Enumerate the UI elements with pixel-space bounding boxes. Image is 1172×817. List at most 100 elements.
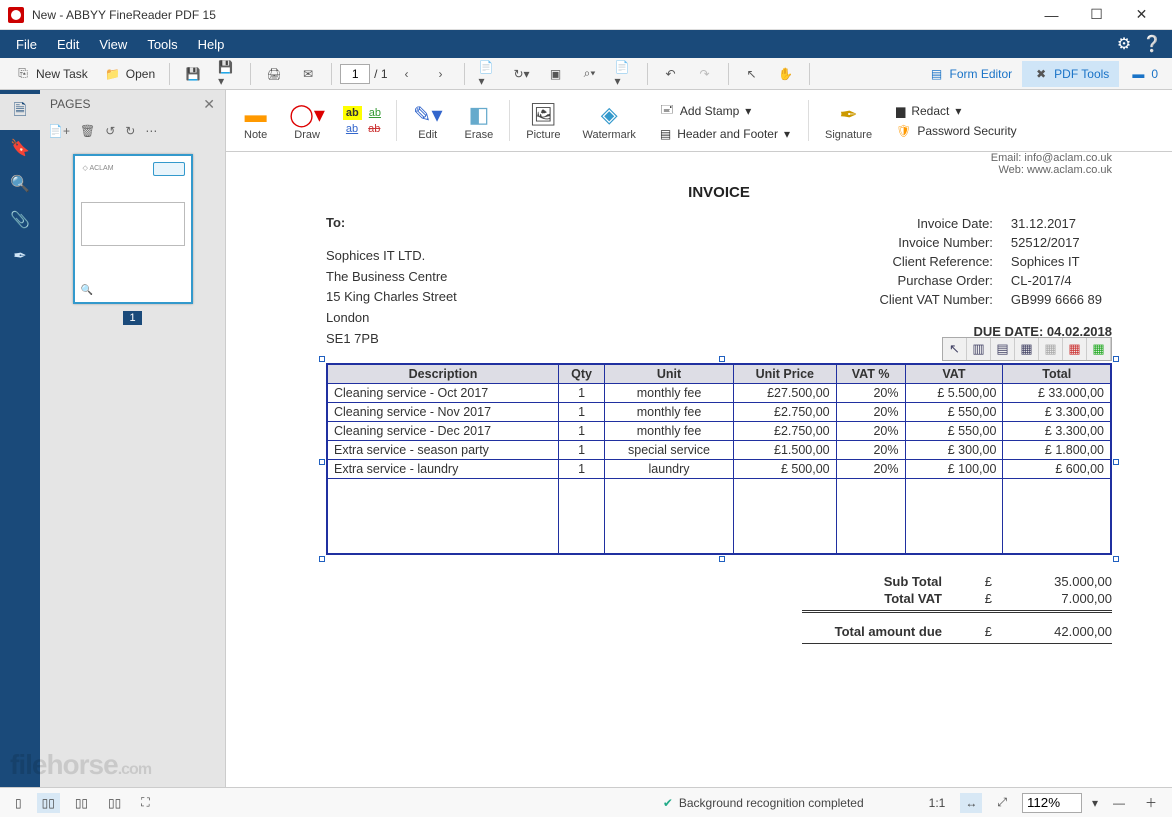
close-button[interactable]: ✕ [1119,0,1164,30]
invoice-meta-table: Invoice Date:31.12.2017 Invoice Number:5… [869,213,1112,310]
bookmarks-tab-icon[interactable]: 🔖 [0,130,40,166]
add-page-icon[interactable]: 📄+ [48,124,70,138]
rotate-button[interactable]: ↻▾ [507,61,537,87]
to-line: Sophices IT LTD. [326,246,606,267]
undo-button[interactable]: ↶ [656,61,686,87]
email-button[interactable]: ✉ [293,61,323,87]
header-footer-button[interactable]: ▤Header and Footer ▾ [656,125,794,143]
redo-button[interactable]: ↷ [690,61,720,87]
watermark-tool[interactable]: ◈Watermark [575,94,644,147]
next-page-button[interactable]: › [426,61,456,87]
note-icon: ▬ [245,101,267,129]
add-col-icon[interactable]: ▥ [967,338,991,360]
view-continuous-icon[interactable]: ▯▯ [37,793,60,813]
menu-file[interactable]: File [6,33,47,56]
more-icon[interactable]: ⋯ [145,124,157,138]
strikeout-tool[interactable]: ab [365,122,383,136]
prev-page-button[interactable]: ‹ [392,61,422,87]
note-tool[interactable]: ▬Note [236,94,275,147]
redact-button[interactable]: ▆Redact ▾ [892,102,1021,120]
thumb-number: 1 [123,311,141,325]
stamp-icon: 🖃 [660,100,674,121]
app-logo-icon [8,7,24,23]
save-as-button[interactable]: 💾▾ [212,61,242,87]
page-number-input[interactable] [340,64,370,84]
maximize-button[interactable]: ☐ [1074,0,1119,30]
view-single-icon[interactable]: ▯ [10,793,27,813]
signature-tool[interactable]: ✒Signature [817,94,880,147]
crop-button[interactable]: ▣ [541,61,571,87]
save-dropdown-icon: 💾▾ [218,65,236,83]
menu-help[interactable]: Help [188,33,235,56]
menu-tools[interactable]: Tools [137,33,187,56]
invoice-table-selection[interactable]: ↖ ▥ ▤ ▦ ▦ ▦ ▦ DescriptionQty UnitUnit Pr… [326,363,1112,555]
help-icon[interactable]: ❔ [1138,34,1166,54]
add-row-icon[interactable]: ▤ [991,338,1015,360]
highlight-tool[interactable]: ab [343,106,362,120]
attachments-tab-icon[interactable]: 📎 [0,202,40,238]
rotate-left-icon[interactable]: ↺ [105,124,115,138]
document-viewport[interactable]: Email: info@aclam.co.uk Web: www.aclam.c… [226,152,1172,787]
delete-icon[interactable]: 🗑 [80,124,95,138]
open-button[interactable]: 📁Open [98,61,161,87]
password-security-button[interactable]: 🛡Password Security [892,122,1021,140]
zoom-select[interactable] [1022,793,1082,813]
zoom-in-button[interactable]: ＋ [1140,791,1162,814]
new-task-button[interactable]: ⎘New Task [8,61,94,87]
edit-tool[interactable]: ✎▾Edit [405,94,450,147]
draw-tool[interactable]: ◯▾Draw [281,94,333,147]
pdf-tools-button[interactable]: ✖PDF Tools [1022,61,1119,87]
form-editor-button[interactable]: ▤Form Editor [921,61,1018,87]
table-pointer-icon[interactable]: ↖ [943,338,967,360]
title-bar: New - ABBYY FineReader PDF 15 — ☐ ✕ [0,0,1172,30]
search-tab-icon[interactable]: 🔍 [0,166,40,202]
compare-icon: ▬ [1129,65,1147,83]
invoice-table: DescriptionQty UnitUnit Price VAT %VAT T… [326,363,1112,555]
to-line: London [326,308,606,329]
fit-width-icon[interactable]: ↔ [960,793,982,813]
rotate-right-icon[interactable]: ↻ [125,124,135,138]
pointer-button[interactable]: ↖ [737,61,767,87]
close-panel-icon[interactable]: ✕ [203,96,215,113]
fit-page-icon[interactable]: ⤢ [992,792,1012,813]
delete-table-icon[interactable]: ▦ [1063,338,1087,360]
pages-tab-icon[interactable]: 🗎 [0,94,40,130]
crop-icon: ▣ [547,65,565,83]
table-props-icon[interactable]: ▦ [1087,338,1111,360]
compare-button[interactable]: ▬0 [1123,61,1164,87]
recognize-button[interactable]: ⌕▾ [575,61,605,87]
pages-panel-title: PAGES [50,97,90,111]
signatures-tab-icon[interactable]: ✒ [0,238,40,274]
redo-icon: ↷ [696,65,714,83]
settings-icon[interactable]: ⚙ [1110,34,1138,54]
merge-icon[interactable]: ▦ [1039,338,1063,360]
page-thumbnail[interactable]: ◇ ACLAM 🔍 [73,154,193,304]
ratio-button[interactable]: 1:1 [924,793,951,813]
edit-ribbon: ▬Note ◯▾Draw ab ab ab ab ✎▾Edit ◧Erase 🖼… [226,90,1172,152]
minimize-button[interactable]: — [1029,0,1074,30]
print-icon: 🖨 [265,65,283,83]
print-button[interactable]: 🖨 [259,61,289,87]
delete-page-button[interactable]: 📄▾ [609,61,639,87]
add-stamp-button[interactable]: 🖃Add Stamp ▾ [656,98,794,123]
table-edit-toolbar: ↖ ▥ ▤ ▦ ▦ ▦ ▦ [942,337,1112,361]
split-icon[interactable]: ▦ [1015,338,1039,360]
folder-icon: 📁 [104,65,122,83]
menu-view[interactable]: View [89,33,137,56]
edit-icon: ✎▾ [413,101,442,129]
strikethrough-tool[interactable]: ab [343,122,361,136]
form-icon: ▤ [927,65,945,83]
erase-tool[interactable]: ◧Erase [457,94,502,147]
view-two-cont-icon[interactable]: ▯▯ [103,793,126,813]
menu-edit[interactable]: Edit [47,33,89,56]
view-two-icon[interactable]: ▯▯ [70,793,93,813]
doc-web: Web: www.aclam.co.uk [326,164,1112,176]
fullscreen-icon[interactable]: ⛶ [136,792,154,813]
save-button[interactable]: 💾 [178,61,208,87]
zoom-out-button[interactable]: — [1108,793,1130,813]
picture-icon: 🖼 [529,101,557,129]
picture-tool[interactable]: 🖼Picture [518,94,568,147]
add-page-button[interactable]: 📄▾ [473,61,503,87]
hand-button[interactable]: ✋ [771,61,801,87]
underline-tool[interactable]: ab [366,106,384,120]
